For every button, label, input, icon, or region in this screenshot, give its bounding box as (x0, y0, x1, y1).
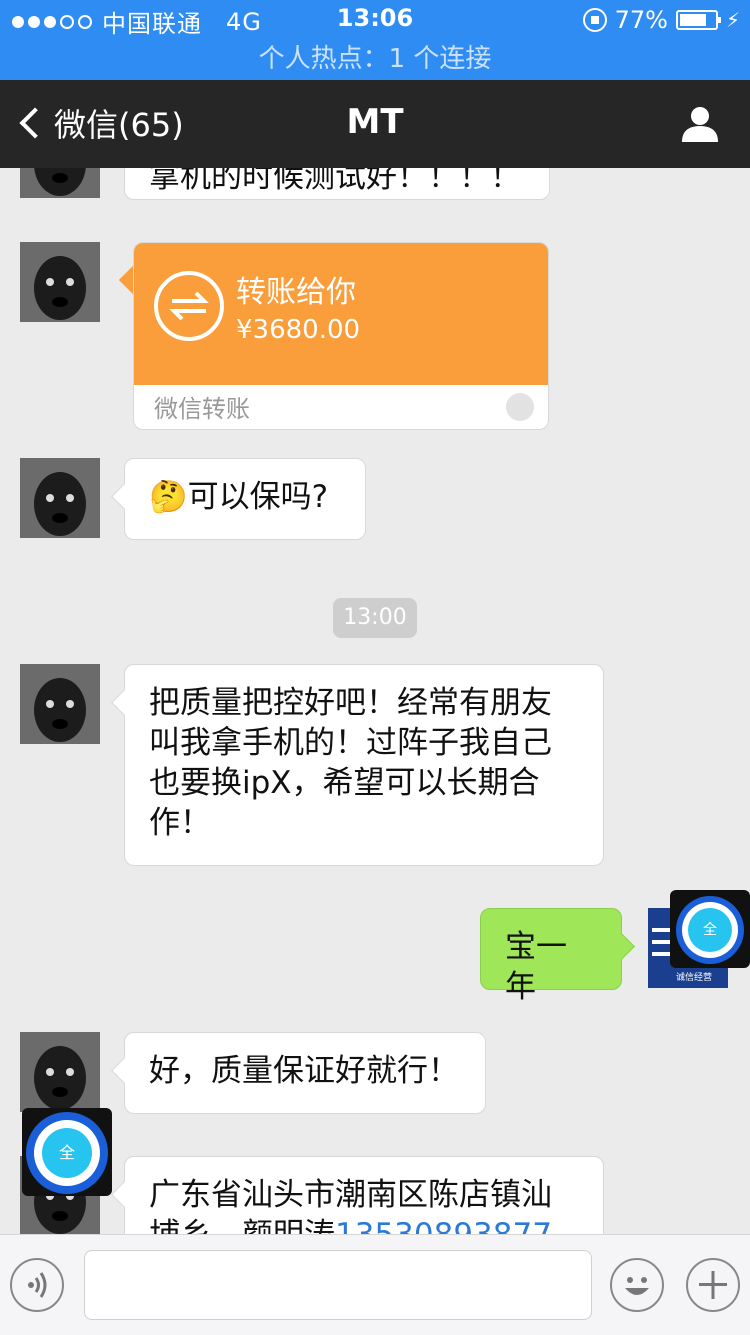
rotation-lock-icon (582, 8, 607, 32)
message-bubble-received[interactable]: 好，质量保证好就行！ (124, 1032, 486, 1114)
contact-avatar[interactable] (20, 1032, 100, 1112)
message-bubble-received[interactable]: 把质量把控好吧！经常有朋友叫我拿手机的！过阵子我自己也要换ipX，希望可以长期合… (124, 664, 604, 866)
plus-icon (699, 1271, 727, 1299)
transfer-card-header: 转账给你 ¥3680.00 (134, 243, 548, 385)
floating-ring: 全 (676, 896, 744, 964)
transfer-arrows-icon (154, 271, 224, 341)
battery-icon (675, 10, 721, 30)
emoji-icon (625, 1277, 649, 1295)
my-avatar-caption: 诚信经营 (676, 973, 713, 983)
hotspot-banner[interactable]: 个人热点：1 个连接 (0, 40, 750, 80)
floating-ring: 全 (26, 1112, 108, 1194)
message-text: 好，质量保证好就行！ (149, 1053, 459, 1089)
message-text: 🤔可以保吗? (149, 479, 329, 515)
chat-message-list[interactable]: 拿机的时候测试好！！！！ 转账给你 ¥3680.00 微信转账 🤔可以保吗? 1… (0, 168, 750, 1234)
contact-avatar[interactable] (20, 458, 100, 538)
more-options-button[interactable] (686, 1258, 740, 1312)
message-text: 把质量把控好吧！经常有朋友叫我拿手机的！过阵子我自己也要换ipX，希望可以长期合… (149, 685, 552, 841)
message-text: 宝一年 (505, 929, 567, 1005)
floating-assistant-button[interactable]: 全 (22, 1108, 112, 1196)
message-bubble-received[interactable]: 广东省汕头市潮南区陈店镇汕 埔乡，颜明涛13530893877 (124, 1156, 604, 1234)
shield-icon (506, 393, 534, 421)
floating-assistant-button[interactable]: 全 (670, 890, 750, 968)
floating-assistant-icon: 全 (42, 1128, 92, 1178)
contact-profile-icon[interactable] (680, 104, 720, 144)
message-text: 拿机的时候测试好！！！！ (149, 168, 521, 195)
contact-avatar[interactable] (20, 664, 100, 744)
nav-bar: 微信(65) MT (0, 80, 750, 168)
transfer-card[interactable]: 转账给你 ¥3680.00 微信转账 (133, 242, 549, 430)
transfer-title: 转账给你 (236, 275, 356, 310)
voice-input-button[interactable] (10, 1258, 64, 1312)
chat-title: MT (346, 102, 404, 142)
message-input-bar (0, 1234, 750, 1335)
emoji-button[interactable] (610, 1258, 664, 1312)
contact-avatar[interactable] (20, 168, 100, 198)
message-text: 广东省汕头市潮南区陈店镇汕 (149, 1177, 552, 1213)
message-text-line2: 埔乡，颜明涛 (149, 1217, 335, 1234)
message-bubble-received[interactable]: 拿机的时候测试好！！！！ (124, 168, 550, 200)
message-input[interactable] (84, 1250, 592, 1320)
contact-avatar[interactable] (20, 242, 100, 322)
charging-icon: ⚡ (725, 8, 740, 32)
time-divider: 13:00 (333, 598, 417, 638)
voice-icon (28, 1272, 47, 1298)
message-bubble-received[interactable]: 🤔可以保吗? (124, 458, 366, 540)
floating-assistant-icon: 全 (688, 908, 732, 952)
phone-number-link[interactable]: 13530893877 (335, 1217, 552, 1234)
battery-percent: 77% (614, 6, 668, 34)
transfer-footer-label: 微信转账 (154, 395, 250, 423)
status-bar: 中国联通 4G 13:06 77% ⚡ 个人热点：1 个连接 (0, 0, 750, 80)
message-bubble-sent[interactable]: 宝一年 (480, 908, 622, 1005)
transfer-amount: ¥3680.00 (236, 315, 361, 345)
